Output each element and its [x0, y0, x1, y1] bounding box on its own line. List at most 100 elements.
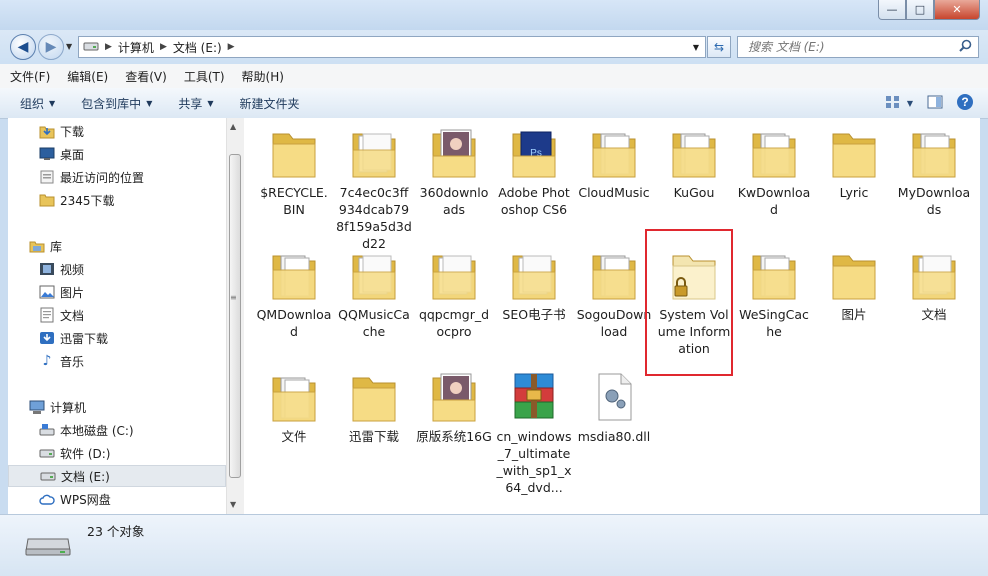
sidebar-item-libraries[interactable]: 库 — [8, 235, 226, 257]
menu-file[interactable]: 文件(F) — [3, 68, 57, 85]
sidebar-item-drive-e[interactable]: 文档 (E:) — [8, 465, 226, 487]
sidebar-item-recent-places[interactable]: 最近访问的位置 — [8, 166, 226, 188]
include-in-library-button[interactable]: 包含到库中 ▼ — [75, 95, 158, 112]
organize-button[interactable]: 组织 ▼ — [14, 95, 61, 112]
sidebar-item-drive-d[interactable]: 软件 (D:) — [8, 442, 226, 464]
search-box[interactable] — [737, 36, 979, 58]
file-item[interactable]: QMDownload — [256, 248, 332, 340]
file-name: msdia80.dll — [577, 429, 651, 444]
file-item[interactable]: SEO电子书 — [496, 248, 572, 323]
file-item[interactable]: qqpcmgr_docpro — [416, 248, 492, 340]
object-count: 23 个对象 — [87, 524, 145, 539]
sidebar-item-thunder-downloads[interactable]: 迅雷下载 — [8, 327, 226, 349]
address-bar[interactable]: ▶ 计算机 ▶ 文档 (E:) ▶ ▼ — [78, 36, 706, 58]
folder-empty-icon — [816, 126, 892, 180]
folder-photo-icon — [416, 126, 492, 180]
menu-bar: 文件(F) 编辑(E) 查看(V) 工具(T) 帮助(H) — [0, 64, 988, 89]
share-button[interactable]: 共享 ▼ — [172, 95, 219, 112]
menu-view[interactable]: 查看(V) — [118, 68, 174, 85]
file-item[interactable]: 原版系统16G — [416, 370, 492, 445]
address-dropdown-icon[interactable]: ▼ — [693, 43, 699, 52]
back-button[interactable]: ◀ — [10, 34, 36, 60]
breadcrumb-drive-e[interactable]: 文档 (E:) — [173, 39, 222, 56]
sidebar-item-drive-c[interactable]: 本地磁盘 (C:) — [8, 419, 226, 441]
file-item[interactable]: WeSingCache — [736, 248, 812, 340]
new-folder-label: 新建文件夹 — [239, 96, 300, 111]
scroll-grip-icon: ≡ — [230, 293, 237, 302]
file-item[interactable]: Lyric — [816, 126, 892, 201]
breadcrumb-separator[interactable]: ▶ — [105, 42, 112, 52]
file-name: 图片 — [841, 307, 867, 322]
folder-docs-icon — [496, 248, 572, 302]
search-input[interactable] — [746, 39, 959, 55]
folder-empty-icon — [816, 248, 892, 302]
file-item[interactable]: 文档 — [896, 248, 972, 323]
scrollbar-thumb[interactable] — [229, 154, 241, 478]
folder-icon — [38, 192, 56, 208]
close-button[interactable]: ✕ — [934, 0, 980, 20]
help-button[interactable]: ? — [954, 93, 976, 113]
pictures-icon — [38, 284, 56, 300]
new-folder-button[interactable]: 新建文件夹 — [234, 95, 306, 112]
sidebar-item-downloads[interactable]: 下载 — [8, 120, 226, 142]
menu-edit[interactable]: 编辑(E) — [60, 68, 115, 85]
view-options-dropdown[interactable]: ▼ — [904, 93, 916, 113]
video-icon — [38, 261, 56, 277]
sidebar-item-desktop[interactable]: 桌面 — [8, 143, 226, 165]
file-item[interactable]: SogouDownload — [576, 248, 652, 340]
sidebar-item-videos[interactable]: 视频 — [8, 258, 226, 280]
file-item[interactable]: msdia80.dll — [576, 370, 652, 445]
file-item[interactable]: KuGou — [656, 126, 732, 201]
menu-tools[interactable]: 工具(T) — [177, 68, 232, 85]
scroll-down-icon[interactable]: ▼ — [230, 500, 236, 509]
drive-icon — [38, 445, 56, 461]
sidebar-item-label: 音乐 — [60, 354, 85, 369]
file-item[interactable]: $RECYCLE.BIN — [256, 126, 332, 218]
sidebar-item-label: 文档 — [60, 308, 85, 323]
file-item[interactable]: QQMusicCache — [336, 248, 412, 340]
file-item[interactable]: KwDownload — [736, 126, 812, 218]
sidebar-item-label: 软件 (D:) — [60, 446, 111, 461]
breadcrumb-computer[interactable]: 计算机 — [118, 39, 154, 56]
documents-icon — [38, 307, 56, 323]
back-arrow-icon: ◀ — [17, 39, 29, 55]
sidebar-item-pictures[interactable]: 图片 — [8, 281, 226, 303]
libraries-icon — [28, 238, 46, 254]
breadcrumb-separator[interactable]: ▶ — [160, 42, 167, 52]
drive-icon — [39, 468, 57, 484]
file-item[interactable]: 7c4ec0c3ff934dcab798f159a5d3dd22 — [336, 126, 412, 252]
forward-button[interactable]: ▶ — [38, 34, 64, 60]
folder-photo-icon — [416, 370, 492, 424]
sidebar-item-label: 视频 — [60, 262, 85, 277]
file-item[interactable]: CloudMusic — [576, 126, 652, 201]
maximize-button[interactable]: □ — [906, 0, 934, 20]
sidebar-item-2345-downloads[interactable]: 2345下载 — [8, 189, 226, 211]
file-item[interactable]: 360downloads — [416, 126, 492, 218]
minimize-button[interactable]: — — [878, 0, 906, 20]
sidebar-scrollbar[interactable]: ▲ ≡ ▼ — [226, 118, 244, 514]
recent-pages-dropdown[interactable]: ▼ — [66, 42, 72, 51]
file-item[interactable]: 文件 — [256, 370, 332, 445]
sidebar-item-computer[interactable]: 计算机 — [8, 396, 226, 418]
refresh-button[interactable]: ⇆ — [707, 36, 731, 58]
file-item[interactable]: cn_windows_7_ultimate_with_sp1_x64_dvd..… — [496, 370, 572, 496]
sidebar-item-documents[interactable]: 文档 — [8, 304, 226, 326]
search-icon[interactable] — [959, 39, 972, 55]
change-view-button[interactable] — [882, 93, 904, 113]
sidebar-item-wps-cloud[interactable]: WPS网盘 — [8, 488, 226, 510]
menu-help[interactable]: 帮助(H) — [235, 68, 291, 85]
file-item[interactable]: MyDownloads — [896, 126, 972, 218]
sidebar-item-label: 库 — [50, 239, 63, 254]
title-bar: — □ ✕ — [0, 0, 988, 30]
scroll-up-icon[interactable]: ▲ — [230, 122, 236, 131]
share-label: 共享 — [178, 96, 203, 111]
sidebar-item-music[interactable]: ♪ 音乐 — [8, 350, 226, 372]
computer-icon — [28, 399, 46, 415]
file-name: 迅雷下载 — [348, 429, 399, 444]
file-item[interactable]: 图片 — [816, 248, 892, 323]
file-item[interactable]: Ps Adobe Photoshop CS6 — [496, 126, 572, 218]
preview-pane-button[interactable] — [924, 93, 946, 113]
file-item[interactable]: 迅雷下载 — [336, 370, 412, 445]
breadcrumb-separator[interactable]: ▶ — [228, 42, 235, 52]
folder-files-icon — [736, 248, 812, 302]
